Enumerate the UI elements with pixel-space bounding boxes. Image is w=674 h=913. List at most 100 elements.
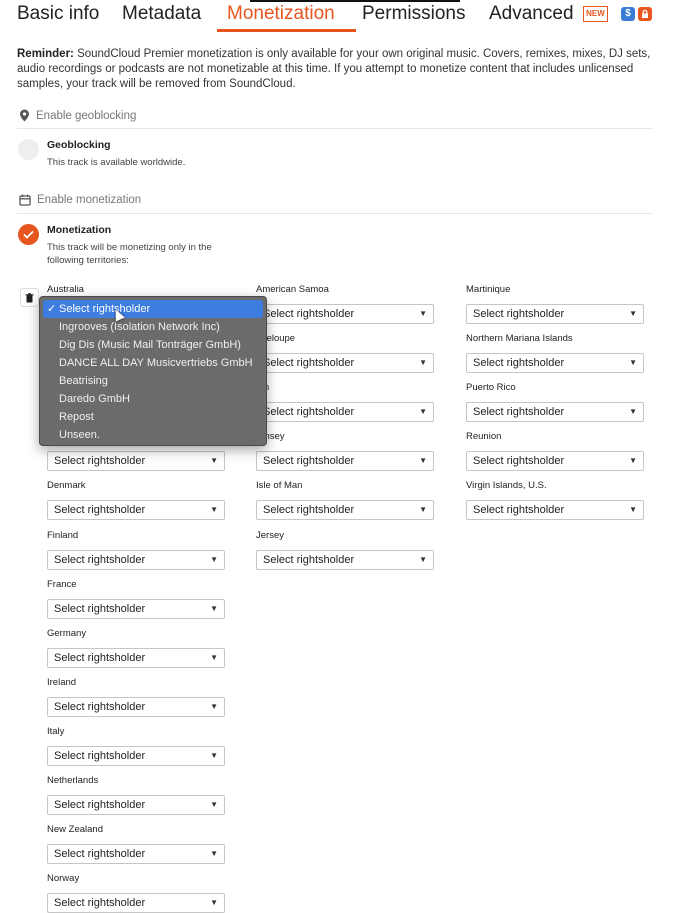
rightsholder-select[interactable]: Select rightsholder ▼	[47, 451, 225, 472]
rightsholder-select-value: Select rightsholder	[54, 455, 146, 468]
rightsholder-select[interactable]: Select rightsholder ▼	[47, 647, 225, 668]
chevron-down-icon: ▼	[419, 407, 427, 417]
tab-basic-info[interactable]: Basic info	[17, 3, 99, 25]
trash-icon[interactable]	[20, 288, 39, 307]
territory-item: Puerto Rico Select rightsholder ▼	[466, 382, 644, 423]
rightsholder-select[interactable]: Select rightsholder ▼	[256, 353, 434, 374]
chevron-down-icon: ▼	[210, 800, 218, 809]
chevron-down-icon: ▼	[629, 505, 637, 515]
tab-monetization[interactable]: Monetization	[227, 3, 335, 25]
rightsholder-select-value: Select rightsholder	[263, 504, 355, 517]
rightsholder-select-value: Select rightsholder	[263, 308, 355, 320]
territory-name: Puerto Rico	[466, 382, 516, 394]
territory-item: Martinique Select rightsholder ▼	[466, 284, 644, 324]
rightsholder-select[interactable]: Select rightsholder ▼	[47, 696, 225, 717]
chevron-down-icon: ▼	[419, 309, 427, 318]
rightsholder-select-value: Select rightsholder	[263, 406, 355, 419]
rightsholder-select[interactable]: Select rightsholder ▼	[256, 500, 434, 521]
rightsholder-select-value: Select rightsholder	[54, 602, 146, 615]
dropdown-option-label: Beatrising	[59, 375, 108, 387]
rightsholder-select[interactable]: Select rightsholder ▼	[256, 549, 434, 570]
check-icon: ✓	[47, 303, 57, 315]
dropdown-option-label: DANCE ALL DAY Musicvertriebs GmbH	[59, 357, 253, 369]
monetization-toggle[interactable]	[18, 224, 39, 245]
dropdown-option-label: Repost	[59, 411, 94, 423]
territory-name: Netherlands	[47, 775, 99, 786]
location-pin-icon	[20, 109, 29, 122]
territory-item: Ireland Select rightsholder ▼	[47, 677, 225, 717]
rightsholder-select[interactable]: Select rightsholder ▼	[256, 451, 434, 472]
rightsholder-select-value: Select rightsholder	[54, 504, 146, 517]
territory-name: Jersey	[256, 529, 284, 541]
rightsholder-select-value: Select rightsholder	[54, 749, 146, 762]
territory-name: Norway	[47, 873, 80, 885]
lock-icon[interactable]	[638, 7, 652, 21]
dropdown-option[interactable]: Repost	[43, 408, 263, 426]
rightsholder-select[interactable]: Select rightsholder ▼	[466, 451, 644, 472]
rightsholder-select[interactable]: Select rightsholder ▼	[47, 549, 225, 570]
dropdown-option[interactable]: Dig Dis (Music Mail Tonträger GmbH)	[43, 336, 263, 354]
territory-name: Isle of Man	[256, 480, 303, 492]
territory-name: New Zealand	[47, 824, 103, 836]
tab-advanced[interactable]: Advanced	[489, 3, 574, 25]
territory-item: France Select rightsholder ▼	[47, 579, 225, 619]
territory-item: am Select rightsholder ▼	[256, 382, 434, 423]
rightsholder-select[interactable]: Select rightsholder ▼	[47, 893, 225, 913]
rightsholder-select-value: Select rightsholder	[473, 308, 565, 320]
rightsholder-select-value: Select rightsholder	[54, 799, 146, 811]
rightsholder-select-value: Select rightsholder	[54, 700, 146, 713]
rightsholder-select-value: Select rightsholder	[473, 357, 565, 370]
rightsholder-select[interactable]: Select rightsholder ▼	[466, 304, 644, 324]
territory-name: France	[47, 578, 77, 590]
dropdown-option[interactable]: Daredo GmbH	[43, 390, 263, 408]
rightsholder-select[interactable]: Select rightsholder ▼	[256, 402, 434, 423]
chevron-down-icon: ▼	[629, 358, 637, 368]
dollar-icon[interactable]: $	[621, 7, 635, 21]
chevron-down-icon: ▼	[210, 603, 218, 613]
territory-name: Ireland	[47, 676, 77, 688]
new-badge: NEW	[583, 6, 608, 22]
territory-item: Finland Select rightsholder ▼	[47, 530, 225, 570]
tab-permissions[interactable]: Permissions	[362, 3, 465, 25]
territory-name: Northern Mariana Islands	[466, 333, 573, 345]
dropdown-option[interactable]: Unseen.	[43, 426, 263, 444]
rightsholder-select[interactable]: Select rightsholder ▼	[466, 353, 644, 374]
tab-metadata[interactable]: Metadata	[122, 3, 201, 25]
territory-name: Finland	[47, 529, 79, 541]
dropdown-option[interactable]: Beatrising	[43, 372, 263, 390]
geoblocking-toggle[interactable]	[18, 139, 39, 160]
rightsholder-dropdown-menu[interactable]: ✓ Select rightsholder Ingrooves (Isolation…	[39, 296, 267, 446]
rightsholder-select[interactable]: Select rightsholder ▼	[256, 304, 434, 324]
dropdown-option[interactable]: DANCE ALL DAY Musicvertriebs GmbH	[43, 354, 263, 372]
monetization-header[interactable]: Enable monetization	[19, 194, 141, 206]
checkmark-icon	[23, 230, 34, 239]
reminder-text: Reminder: SoundCloud Premier monetizatio…	[17, 47, 657, 92]
chevron-down-icon: ▼	[210, 554, 218, 564]
territory-item: ernsey Select rightsholder ▼	[256, 431, 434, 472]
rightsholder-select[interactable]: Select rightsholder ▼	[466, 402, 644, 423]
rightsholder-select[interactable]: Select rightsholder ▼	[47, 745, 225, 766]
territory-item: Isle of Man Select rightsholder ▼	[256, 480, 434, 521]
rightsholder-select[interactable]: Select rightsholder ▼	[47, 500, 225, 521]
rightsholder-select[interactable]: Select rightsholder ▼	[47, 598, 225, 619]
rightsholder-select-value: Select rightsholder	[263, 357, 355, 370]
chevron-down-icon: ▼	[210, 750, 218, 760]
dropdown-option-label: Daredo GmbH	[59, 393, 130, 405]
rightsholder-select[interactable]: Select rightsholder ▼	[47, 844, 225, 865]
territory-item: New Zealand Select rightsholder ▼	[47, 824, 225, 865]
reminder-lead: Reminder:	[17, 48, 74, 60]
rightsholder-select-value: Select rightsholder	[473, 504, 565, 517]
chevron-down-icon: ▼	[210, 505, 218, 515]
rightsholder-select[interactable]: Select rightsholder ▼	[466, 500, 644, 521]
geoblocking-desc: This track is available worldwide.	[47, 157, 186, 168]
territory-item: Italy Select rightsholder ▼	[47, 726, 225, 766]
geoblocking-header[interactable]: Enable geoblocking	[19, 109, 136, 122]
dropdown-option[interactable]: ✓ Select rightsholder	[43, 300, 263, 318]
monetization-header-label: Enable monetization	[37, 194, 142, 206]
rightsholder-select-value: Select rightsholder	[54, 651, 146, 664]
territory-name: adeloupe	[256, 333, 296, 345]
rightsholder-select[interactable]: Select rightsholder ▼	[47, 795, 225, 815]
territory-item: Virgin Islands, U.S. Select rightsholder ▼	[466, 480, 644, 521]
dropdown-option[interactable]: Ingrooves (Isolation Network Inc)	[43, 318, 263, 336]
chevron-down-icon: ▼	[210, 849, 218, 859]
